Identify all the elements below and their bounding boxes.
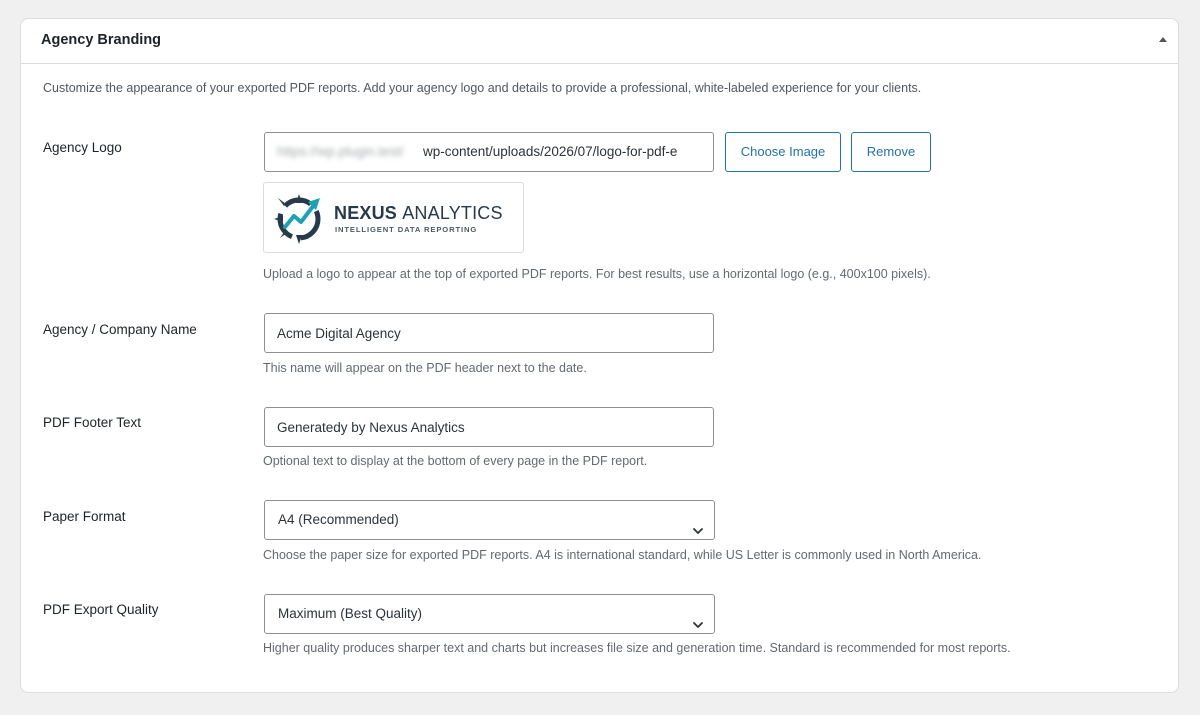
footer-text-help: Optional text to display at the bottom o… xyxy=(263,454,648,468)
company-name-label: Agency / Company Name xyxy=(43,322,197,337)
logo-name-bold: NEXUS xyxy=(334,203,398,223)
logo-tagline: INTELLIGENT DATA REPORTING xyxy=(335,225,478,234)
logo-url-path: wp-content/uploads/2026/07/logo-for-pdf-… xyxy=(423,144,678,159)
logo-wordmark: NEXUS ANALYTICS xyxy=(334,203,503,224)
paper-format-selected: A4 (Recommended) xyxy=(278,512,399,527)
logo-name-light: ANALYTICS xyxy=(402,203,503,223)
export-quality-label: PDF Export Quality xyxy=(43,602,159,617)
agency-logo-help: Upload a logo to appear at the top of ex… xyxy=(263,267,931,281)
nexus-compass-logo-icon xyxy=(270,190,328,253)
company-name-input[interactable] xyxy=(264,313,714,353)
panel-title: Agency Branding xyxy=(41,32,162,48)
footer-text-input[interactable] xyxy=(264,407,714,447)
company-name-help: This name will appear on the PDF header … xyxy=(263,361,587,375)
logo-url-input[interactable]: https://wp.plugin.test/wp-content/upload… xyxy=(264,132,714,172)
panel-description: Customize the appearance of your exporte… xyxy=(43,81,922,95)
export-quality-selected: Maximum (Best Quality) xyxy=(278,606,423,621)
agency-logo-label: Agency Logo xyxy=(43,140,122,155)
export-quality-help: Higher quality produces sharper text and… xyxy=(263,641,1011,655)
choose-image-button[interactable]: Choose Image xyxy=(725,132,841,172)
collapse-arrow-icon[interactable] xyxy=(1156,33,1170,47)
paper-format-help: Choose the paper size for exported PDF r… xyxy=(263,548,982,562)
logo-preview: NEXUS ANALYTICS INTELLIGENT DATA REPORTI… xyxy=(263,182,524,253)
remove-image-button[interactable]: Remove xyxy=(851,132,931,172)
agency-branding-panel: Agency Branding Customize the appearance… xyxy=(20,18,1179,693)
export-quality-select[interactable]: Maximum (Best Quality) xyxy=(264,594,715,634)
paper-format-select[interactable]: A4 (Recommended) xyxy=(264,500,715,540)
footer-text-label: PDF Footer Text xyxy=(43,415,142,430)
chevron-down-icon xyxy=(692,514,704,552)
paper-format-label: Paper Format xyxy=(43,509,126,524)
logo-url-blurred-prefix: https://wp.plugin.test/ xyxy=(277,144,404,159)
panel-header: Agency Branding xyxy=(21,19,1178,64)
